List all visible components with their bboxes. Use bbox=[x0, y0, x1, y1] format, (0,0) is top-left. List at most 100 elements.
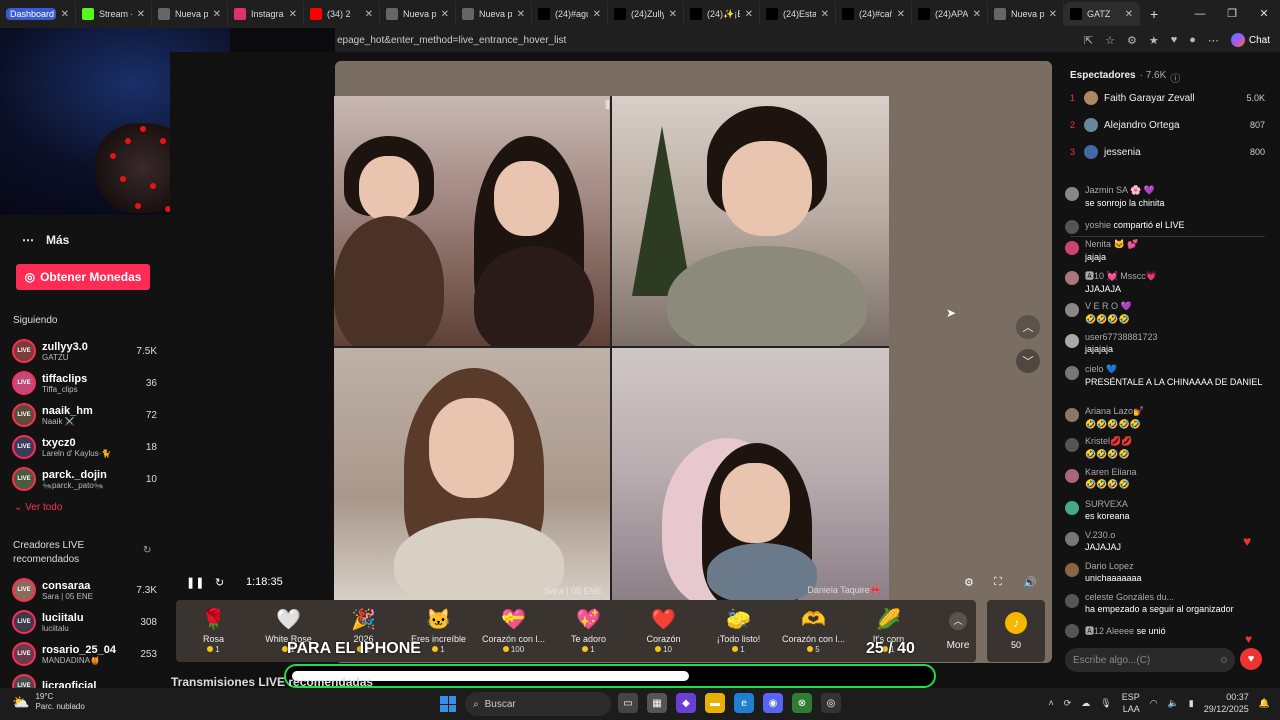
browser-tab[interactable]: Instagram ✕ bbox=[228, 2, 304, 26]
browser-tab[interactable]: Nueva pe ✕ bbox=[380, 2, 456, 26]
favorite-icon[interactable]: ☆ bbox=[1105, 34, 1115, 47]
emoji-icon[interactable]: ☺ bbox=[1219, 655, 1229, 666]
browser-tab[interactable]: (24)APAR ✕ bbox=[912, 2, 988, 26]
sidebar-account-item[interactable]: LIVE tiffaclips Tiffa_clips 36 bbox=[12, 369, 157, 397]
gift-item[interactable]: 🌹 Rosa 1 bbox=[176, 600, 251, 662]
close-tab-icon[interactable]: ✕ bbox=[1049, 9, 1057, 20]
browser-tab[interactable]: (24)Zully ✕ bbox=[608, 2, 684, 26]
sidebar-account-item[interactable]: LIVE parck._dojin 🐜parck._pato🐜 10 bbox=[12, 465, 157, 493]
sidebar-account-item[interactable]: LIVE rosario_25_04 MANDADINA🍯 253 bbox=[12, 640, 157, 668]
browser-tab[interactable]: Nueva pe ✕ bbox=[152, 2, 228, 26]
menu-icon[interactable]: ⋯ bbox=[1208, 34, 1219, 47]
chat-message[interactable]: Jazmin SA 🌸 💜 se sonrojo la chinita bbox=[1065, 185, 1265, 209]
close-tab-icon[interactable]: ✕ bbox=[137, 9, 145, 20]
chat-username[interactable]: Jazmin SA 🌸 💜 bbox=[1085, 185, 1165, 196]
volume-button[interactable]: 🔊 bbox=[1023, 573, 1037, 591]
viewers-header[interactable]: Espectadores · 7.6K ⓘ bbox=[1070, 70, 1180, 85]
chat-message[interactable]: V E R O 💜 🤣🤣🤣🤣 bbox=[1065, 301, 1265, 325]
shield-icon[interactable]: ♥ bbox=[1171, 34, 1178, 46]
sidebar-account-item[interactable]: LIVE txycz0 Lareln d' Kaylus·🐈 18 bbox=[12, 433, 157, 461]
notification-icon[interactable]: 🔔 bbox=[1259, 698, 1270, 709]
refresh-icon[interactable]: ↻ bbox=[143, 545, 151, 556]
close-tab-icon[interactable]: ✕ bbox=[289, 9, 297, 20]
sidebar-account-item[interactable]: LIVE luciitalu luciitalu 308 bbox=[12, 608, 157, 636]
close-tab-icon[interactable]: ✕ bbox=[897, 9, 905, 20]
chat-username[interactable]: Nenita 🐱 💕 bbox=[1085, 239, 1138, 250]
task-view-icon[interactable]: ▭ bbox=[618, 693, 638, 713]
chat-username[interactable]: V.230.o bbox=[1085, 530, 1121, 540]
close-tab-icon[interactable]: ✕ bbox=[593, 9, 601, 20]
close-tab-icon[interactable]: ✕ bbox=[441, 9, 449, 20]
copilot-app-icon[interactable]: ◆ bbox=[676, 693, 696, 713]
chat-username[interactable]: 🅰12 Aleeee bbox=[1085, 626, 1134, 636]
close-tab-icon[interactable]: ✕ bbox=[973, 9, 981, 20]
browser-tab[interactable]: (24)✨¡Bi ✕ bbox=[684, 2, 760, 26]
weather-widget[interactable]: ⛅ 19°C Parc. nublado bbox=[12, 692, 85, 712]
minimize-icon[interactable]: — bbox=[1184, 0, 1216, 28]
address-bar[interactable]: epage_hot&enter_method=live_entrance_hov… bbox=[335, 28, 1280, 52]
close-tab-icon[interactable]: ✕ bbox=[517, 9, 525, 20]
more-gifts-button[interactable]: ︿ More bbox=[938, 600, 978, 662]
close-tab-icon[interactable]: ✕ bbox=[669, 9, 677, 20]
get-coins-button[interactable]: ◎ Obtener Monedas bbox=[16, 264, 150, 290]
top-viewer-item[interactable]: 1 Faith Garayar Zevall 5.0K bbox=[1070, 89, 1265, 107]
chat-username[interactable]: user67738881723 bbox=[1085, 332, 1158, 342]
gift-item[interactable]: 🫶 Corazón con l... 5 bbox=[776, 600, 851, 662]
settings-button[interactable]: ⚙ bbox=[964, 573, 974, 591]
refresh-stream-button[interactable]: ↻ bbox=[215, 573, 224, 591]
chat-username[interactable]: yoshie bbox=[1085, 220, 1111, 230]
browser-tab[interactable]: Nueva pe ✕ bbox=[456, 2, 532, 26]
video-cell-3[interactable]: Sara | 05 ENE bbox=[334, 348, 610, 600]
taskbar-search[interactable]: ⌕ Buscar bbox=[465, 692, 611, 716]
discord-icon[interactable]: ◉ bbox=[763, 693, 783, 713]
chat-message[interactable]: Karen Eliana 🤣🤣🤣🤣 bbox=[1065, 467, 1265, 490]
browser-tab[interactable]: GATZ ✕ bbox=[1064, 2, 1140, 26]
chat-username[interactable]: Ariana Lazo💅 bbox=[1085, 406, 1144, 417]
chat-message[interactable]: 🅰12 Aleeee se unió bbox=[1065, 622, 1265, 638]
network-app-icon[interactable]: ⟳ bbox=[1064, 698, 1072, 709]
chat-message[interactable]: 🅰10 💓 Msscc💗 JJAJAJA bbox=[1065, 269, 1265, 295]
browser-tab[interactable]: (24)#agus ✕ bbox=[532, 2, 608, 26]
chat-username[interactable]: Kristel💋💋 bbox=[1085, 436, 1132, 447]
browser-tab[interactable]: Nueva pe ✕ bbox=[988, 2, 1064, 26]
browser-tab[interactable]: Dashboard ✕ bbox=[0, 2, 76, 26]
extensions-icon[interactable]: ⚙ bbox=[1127, 34, 1137, 47]
chat-username[interactable]: V E R O 💜 bbox=[1085, 301, 1132, 312]
chat-message[interactable]: Nenita 🐱 💕 jajaja bbox=[1065, 239, 1265, 263]
favorites-bar-icon[interactable]: ★ bbox=[1149, 34, 1159, 47]
language-indicator[interactable]: ESP LAA bbox=[1122, 691, 1140, 715]
mic-icon[interactable]: 🎙 bbox=[1100, 698, 1111, 709]
chat-message[interactable]: Kristel💋💋 🤣🤣🤣🤣 bbox=[1065, 436, 1265, 460]
browser-tab[interactable]: (24)Esta c ✕ bbox=[760, 2, 836, 26]
chat-username[interactable]: 🅰10 💓 Msscc💗 bbox=[1085, 269, 1157, 282]
sidebar-account-item[interactable]: LIVE naaik_hm Naaik ⚔️ 72 bbox=[12, 401, 157, 429]
chat-input[interactable]: Escribe algo...(C) ☺ bbox=[1065, 648, 1235, 672]
edge-icon[interactable]: e bbox=[734, 693, 754, 713]
pause-button[interactable]: ❚❚ bbox=[186, 573, 204, 591]
xbox-icon[interactable]: ⊗ bbox=[792, 693, 812, 713]
sidebar-account-item[interactable]: LIVE zullyy3.0 GATZU 7.5K bbox=[12, 337, 157, 365]
open-app-icon[interactable]: ⇱ bbox=[1084, 34, 1093, 47]
chat-username[interactable]: celeste Gonzáles du... bbox=[1085, 592, 1234, 602]
chat-username[interactable]: Dario Lopez bbox=[1085, 561, 1142, 571]
previous-live-button[interactable]: ︿ bbox=[1016, 315, 1040, 339]
video-cell-2[interactable] bbox=[612, 96, 889, 346]
gift-item[interactable]: 🧽 ¡Todo listo! 1 bbox=[701, 600, 776, 662]
more-menu-item[interactable]: ⋯ Más bbox=[22, 233, 69, 247]
close-tab-icon[interactable]: ✕ bbox=[61, 9, 69, 20]
info-icon[interactable]: ⓘ bbox=[1170, 70, 1180, 85]
chevron-up-icon[interactable]: ˄ bbox=[1048, 698, 1053, 708]
chat-message[interactable]: celeste Gonzáles du... ha empezado a seg… bbox=[1065, 592, 1265, 615]
see-all-link[interactable]: ⌄ Ver todo bbox=[14, 502, 62, 513]
close-tab-icon[interactable]: ✕ bbox=[821, 9, 829, 20]
gift-item[interactable]: ❤️ Corazón 10 bbox=[626, 600, 701, 662]
layout-icon[interactable]: ⫼ bbox=[605, 100, 610, 111]
obs-icon[interactable]: ◎ bbox=[821, 693, 841, 713]
store-icon[interactable]: ▦ bbox=[647, 693, 667, 713]
browser-tab[interactable]: Stream - K ✕ bbox=[76, 2, 152, 26]
chat-message[interactable]: Ariana Lazo💅 🤣🤣🤣🤣🤣 bbox=[1065, 406, 1265, 430]
close-window-icon[interactable]: ✕ bbox=[1248, 0, 1280, 28]
chat-message[interactable]: Dario Lopez unichaaaaaaa bbox=[1065, 561, 1265, 584]
next-live-button[interactable]: ﹀ bbox=[1016, 349, 1040, 373]
top-viewer-item[interactable]: 2 Alejandro Ortega 807 bbox=[1070, 116, 1265, 134]
